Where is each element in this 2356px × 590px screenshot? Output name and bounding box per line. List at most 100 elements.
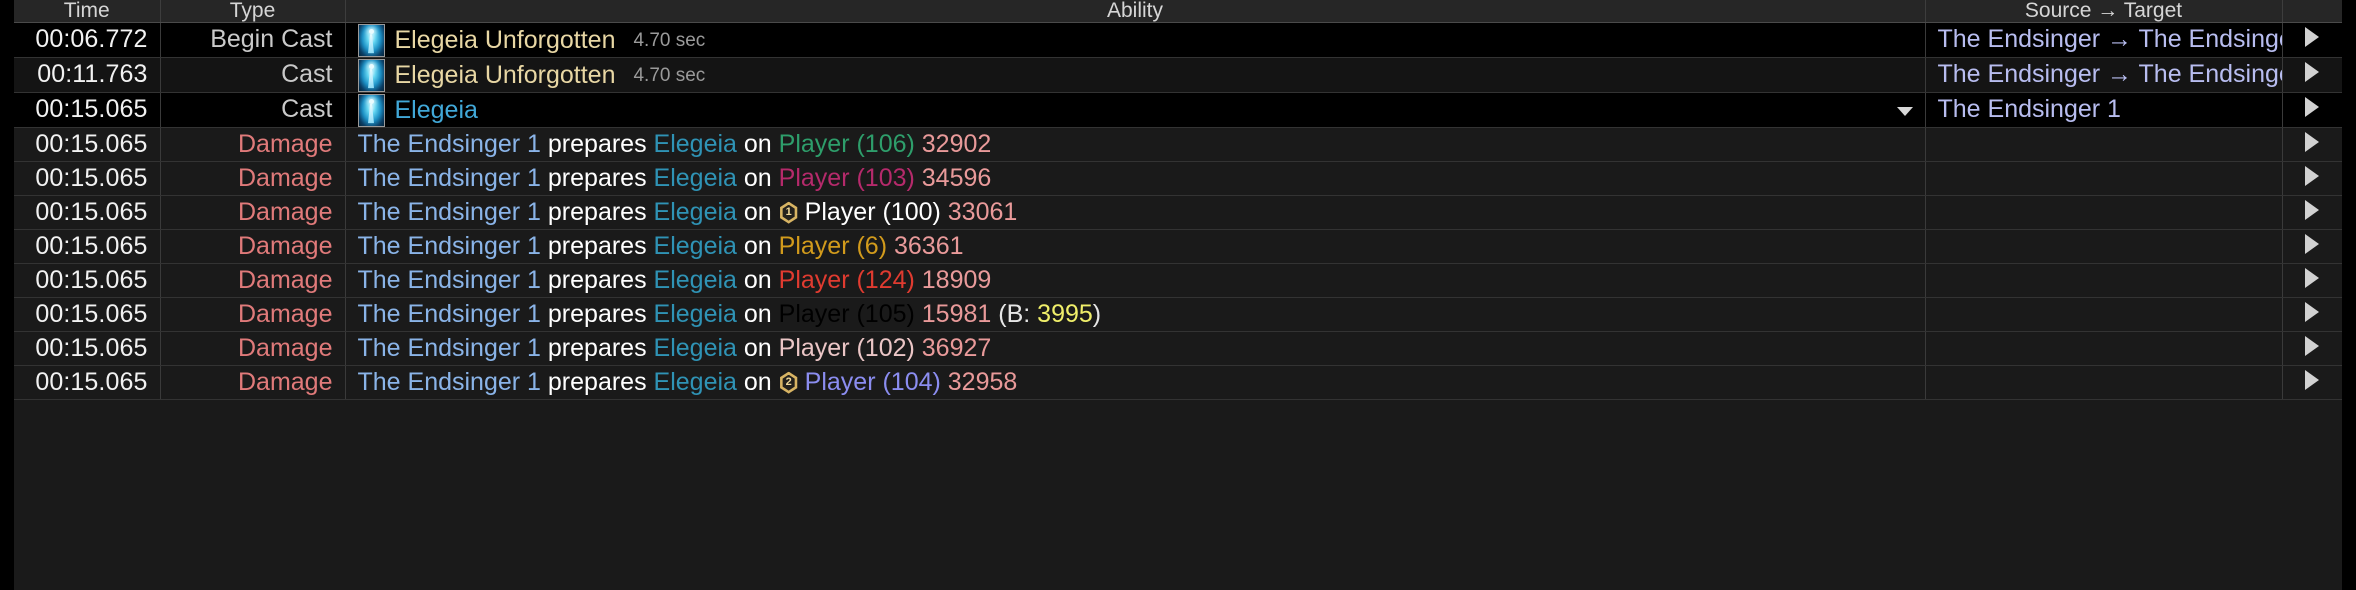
table-row[interactable]: 00:15.065 Damage The Endsinger 1 prepares … xyxy=(14,331,2342,366)
cell-time: 00:15.065 xyxy=(14,297,161,332)
source-name: The Endsinger 1 xyxy=(357,299,541,328)
table-row[interactable]: 00:15.065 Cast Elegeia The Endsinger 1 xyxy=(14,92,2342,128)
damage-amount: 32958 xyxy=(947,367,1018,396)
table-row[interactable]: 00:15.065 Damage The Endsinger 1 prepares … xyxy=(14,229,2342,264)
cell-expand[interactable] xyxy=(2282,263,2342,298)
table-row[interactable]: 00:15.065 Damage The Endsinger 1 prepares … xyxy=(14,127,2342,162)
cell-expand[interactable] xyxy=(2282,229,2342,264)
cell-expand[interactable] xyxy=(2282,365,2342,400)
cell-expand[interactable] xyxy=(2282,57,2342,93)
expand-row-icon[interactable] xyxy=(2305,199,2320,220)
type-label: Damage xyxy=(238,299,333,328)
column-header-source-target[interactable]: Source → Target xyxy=(1925,0,2283,23)
cell-expand[interactable] xyxy=(2282,22,2342,58)
cell-time: 00:15.065 xyxy=(14,263,161,298)
job-role-badge-icon: 2 xyxy=(779,371,799,394)
preposition: on xyxy=(743,265,772,294)
preposition: on xyxy=(743,197,772,226)
table-row[interactable]: 00:15.065 Damage The Endsinger 1 prepares … xyxy=(14,365,2342,400)
cell-expand[interactable] xyxy=(2282,161,2342,196)
combat-log-table-wrapper: Time Type Ability Source → Target 00:06.… xyxy=(14,0,2342,590)
cell-source-target xyxy=(1925,161,2283,196)
cell-time: 00:15.065 xyxy=(14,331,161,366)
action-verb: prepares xyxy=(547,265,647,294)
cell-expand[interactable] xyxy=(2282,127,2342,162)
cell-source-target xyxy=(1925,331,2283,366)
cell-source-target: The Endsinger → The Endsinger xyxy=(1925,57,2283,93)
cell-ability: The Endsinger 1 prepares Elegeia on Play… xyxy=(345,161,1926,196)
cell-source-target: The Endsinger 1 xyxy=(1925,92,2283,128)
damage-amount: 36927 xyxy=(921,333,992,362)
cell-type: Damage xyxy=(160,297,346,332)
expand-row-icon[interactable] xyxy=(2305,131,2320,152)
action-verb: prepares xyxy=(547,367,647,396)
cell-ability: The Endsinger 1 prepares Elegeia on Play… xyxy=(345,297,1926,332)
block-label: (B: xyxy=(998,299,1038,328)
cell-time: 00:06.772 xyxy=(14,22,161,58)
cell-ability: Elegeia Unforgotten 4.70 sec xyxy=(345,22,1926,58)
type-label: Cast xyxy=(281,95,333,124)
cell-source-target xyxy=(1925,263,2283,298)
damage-amount: 15981 xyxy=(921,299,992,328)
source-name: The Endsinger 1 xyxy=(357,231,541,260)
cell-type: Damage xyxy=(160,195,346,230)
damage-amount: 36361 xyxy=(893,231,964,260)
table-row[interactable]: 00:15.065 Damage The Endsinger 1 prepares … xyxy=(14,297,2342,332)
ability-name: Elegeia Unforgotten xyxy=(394,60,616,89)
table-row[interactable]: 00:15.065 Damage The Endsinger 1 prepares … xyxy=(14,195,2342,230)
expand-row-icon[interactable] xyxy=(2305,301,2320,322)
column-header-expand[interactable] xyxy=(2282,0,2342,23)
cell-ability: The Endsinger 1 prepares Elegeia on Play… xyxy=(345,331,1926,366)
column-header-time[interactable]: Time xyxy=(14,0,161,23)
cell-expand[interactable] xyxy=(2282,92,2342,128)
type-label: Damage xyxy=(238,231,333,260)
inline-ability-name: Elegeia xyxy=(653,129,737,158)
job-role-badge-number: 1 xyxy=(785,206,792,219)
column-header-type[interactable]: Type xyxy=(160,0,346,23)
expand-row-icon[interactable] xyxy=(2305,233,2320,254)
expand-row-icon[interactable] xyxy=(2305,165,2320,186)
expand-row-icon[interactable] xyxy=(2305,369,2320,390)
header-row: Time Type Ability Source → Target xyxy=(14,0,2342,23)
table-row[interactable]: 00:06.772 Begin Cast Elegeia Unforgotten 4.… xyxy=(14,22,2342,58)
preposition: on xyxy=(743,299,772,328)
expand-row-icon[interactable] xyxy=(2305,267,2320,288)
column-header-ability[interactable]: Ability xyxy=(345,0,1926,23)
target-name: Player (124) xyxy=(778,265,915,294)
cell-type: Damage xyxy=(160,161,346,196)
source-name: The Endsinger 1 xyxy=(357,333,541,362)
table-row[interactable]: 00:15.065 Damage The Endsinger 1 prepares … xyxy=(14,263,2342,298)
type-label: Damage xyxy=(238,129,333,158)
expand-row-icon[interactable] xyxy=(2305,27,2320,48)
cell-source-target xyxy=(1925,127,2283,162)
cell-type: Cast xyxy=(160,57,346,93)
target-name: Player (103) xyxy=(778,163,915,192)
cell-type: Damage xyxy=(160,331,346,366)
table-body: 00:06.772 Begin Cast Elegeia Unforgotten 4.… xyxy=(14,22,2342,400)
cell-ability: Elegeia Unforgotten 4.70 sec xyxy=(345,57,1926,93)
target-name: Player (100) xyxy=(804,197,941,226)
preposition: on xyxy=(743,163,772,192)
preposition: on xyxy=(743,367,772,396)
cell-time: 00:15.065 xyxy=(14,195,161,230)
source-name: The Endsinger 1 xyxy=(357,163,541,192)
action-verb: prepares xyxy=(547,129,647,158)
job-role-badge-icon: 1 xyxy=(779,201,799,224)
table-row[interactable]: 00:11.763 Cast Elegeia Unforgotten 4.70 sec… xyxy=(14,57,2342,93)
cell-time: 00:11.763 xyxy=(14,57,161,93)
target-name: Player (105) xyxy=(778,299,915,328)
damage-amount: 32902 xyxy=(921,129,992,158)
expand-row-icon[interactable] xyxy=(2305,62,2320,83)
cell-expand[interactable] xyxy=(2282,297,2342,332)
inline-ability-name: Elegeia xyxy=(653,367,737,396)
cell-expand[interactable] xyxy=(2282,331,2342,366)
cell-expand[interactable] xyxy=(2282,195,2342,230)
chevron-down-icon[interactable] xyxy=(1896,106,1913,116)
expand-row-icon[interactable] xyxy=(2305,97,2320,118)
type-label: Cast xyxy=(281,60,333,89)
cell-type: Begin Cast xyxy=(160,22,346,58)
table-row[interactable]: 00:15.065 Damage The Endsinger 1 prepares … xyxy=(14,161,2342,196)
combat-log-table: Time Type Ability Source → Target 00:06.… xyxy=(14,0,2342,400)
inline-ability-name: Elegeia xyxy=(653,163,737,192)
expand-row-icon[interactable] xyxy=(2305,335,2320,356)
